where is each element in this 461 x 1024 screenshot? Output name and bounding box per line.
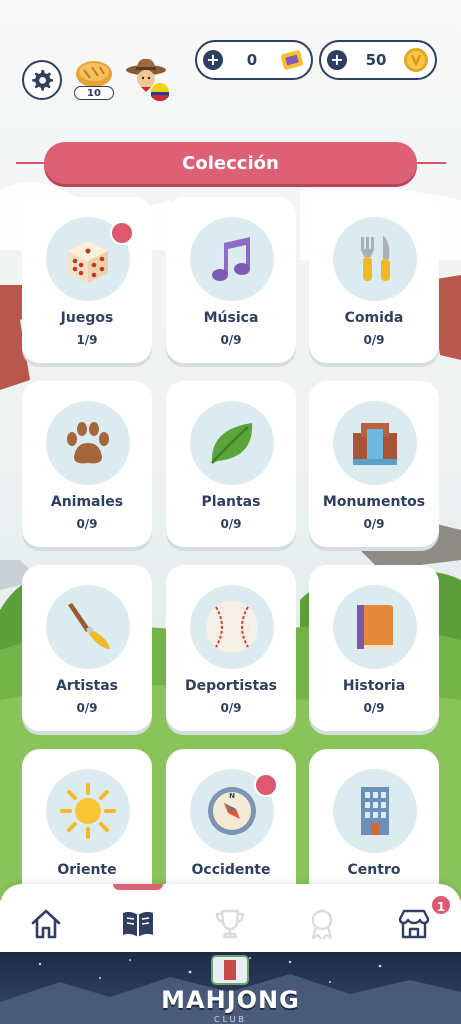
dice-icon: [68, 241, 108, 283]
category-label: Comida: [344, 310, 404, 326]
category-count: 0/9: [76, 701, 98, 715]
category-count: 0/9: [220, 333, 242, 347]
monument-icon: [353, 423, 397, 465]
bottom-navigation: 1: [0, 884, 461, 954]
compass-icon: N: [208, 787, 256, 835]
icon-circle: [333, 401, 417, 485]
category-label: Artistas: [55, 678, 119, 694]
ad-subtitle: CLUB: [214, 1015, 247, 1024]
settings-button[interactable]: [22, 60, 62, 100]
notification-dot: [254, 773, 278, 797]
baseball-icon: [206, 601, 258, 653]
nav-trophies[interactable]: [210, 904, 250, 944]
category-card-comida[interactable]: Comida 0/9: [309, 197, 439, 363]
category-label: Deportistas: [185, 678, 277, 694]
ticket-counter[interactable]: + 0: [195, 40, 313, 80]
category-count: 0/9: [220, 517, 242, 531]
category-label: Plantas: [201, 494, 261, 510]
icon-circle: [46, 585, 130, 669]
icon-circle: [190, 217, 274, 301]
home-icon: [31, 909, 61, 939]
icon-circle: [46, 769, 130, 853]
category-card-animales[interactable]: Animales 0/9: [22, 381, 152, 547]
category-label: Centro: [347, 862, 401, 878]
nav-shop[interactable]: [394, 904, 434, 944]
icon-circle: [333, 585, 417, 669]
top-bar: 10 + 0 + 50: [0, 0, 461, 125]
category-card-artistas[interactable]: Artistas 0/9: [22, 565, 152, 731]
category-card-musica[interactable]: Música 0/9: [166, 197, 296, 363]
nav-collection[interactable]: [118, 904, 158, 944]
nav-achievements[interactable]: [302, 904, 342, 944]
book-open-icon: [123, 911, 153, 937]
leaf-icon: [211, 423, 253, 464]
page-title: Colección: [182, 152, 279, 174]
category-count: 0/9: [363, 701, 385, 715]
nav-home[interactable]: [26, 904, 66, 944]
coin-icon: [404, 48, 428, 72]
svg-text:N: N: [229, 792, 235, 800]
ad-title: MAHJONG: [161, 986, 300, 1014]
shop-notification-badge: 1: [430, 894, 452, 916]
add-tickets-button[interactable]: +: [203, 50, 223, 70]
building-icon: [361, 787, 389, 835]
gear-icon: [32, 70, 53, 91]
category-label: Historia: [342, 678, 406, 694]
paintbrush-icon: [68, 603, 110, 649]
category-card-monumentos[interactable]: Monumentos 0/9: [309, 381, 439, 547]
icon-circle: [333, 769, 417, 853]
avatar[interactable]: [122, 54, 172, 104]
icon-circle: [333, 217, 417, 301]
page-title-banner: Colección: [44, 142, 417, 184]
category-count: 0/9: [76, 517, 98, 531]
ad-banner[interactable]: MAHJONG CLUB: [0, 952, 461, 1024]
category-count: 1/9: [76, 333, 98, 347]
notification-dot: [110, 221, 134, 245]
icon-circle: [190, 585, 274, 669]
coin-count: 50: [365, 51, 387, 69]
category-count: 0/9: [363, 517, 385, 531]
trophy-icon: [215, 909, 245, 939]
category-label: Oriente: [57, 862, 117, 878]
fork-knife-icon: [361, 235, 390, 281]
category-label: Occidente: [191, 862, 271, 878]
coin-counter[interactable]: + 50: [319, 40, 437, 80]
category-label: Música: [203, 310, 259, 326]
shop-icon: [398, 909, 430, 939]
category-card-historia[interactable]: Historia 0/9: [309, 565, 439, 731]
category-card-plantas[interactable]: Plantas 0/9: [166, 381, 296, 547]
category-card-juegos[interactable]: Juegos 1/9: [22, 197, 152, 363]
ticket-count: 0: [246, 51, 258, 69]
category-count: 0/9: [220, 701, 242, 715]
paw-icon: [67, 422, 109, 464]
book-icon: [357, 605, 393, 649]
ticket-icon: [280, 50, 304, 70]
active-tab-indicator: [113, 884, 163, 890]
category-label: Monumentos: [322, 494, 426, 510]
level-badge: 10: [74, 86, 114, 100]
category-card-deportistas[interactable]: Deportistas 0/9: [166, 565, 296, 731]
sun-icon: [60, 783, 116, 839]
icon-circle: [46, 401, 130, 485]
medal-icon: [311, 909, 333, 940]
add-coins-button[interactable]: +: [327, 50, 347, 70]
category-count: 0/9: [363, 333, 385, 347]
category-label: Juegos: [60, 310, 114, 326]
icon-circle: [190, 401, 274, 485]
music-note-icon: [212, 237, 250, 281]
category-label: Animales: [50, 494, 124, 510]
